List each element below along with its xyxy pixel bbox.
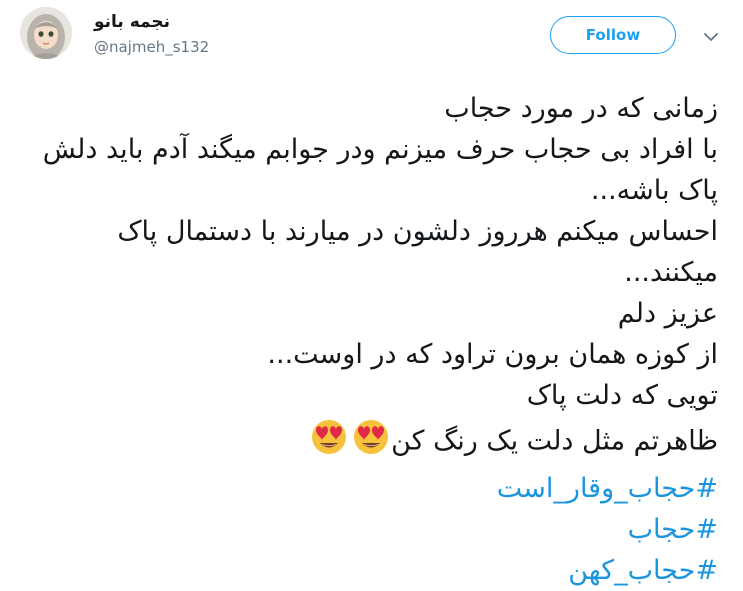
heart-eyes-emoji-icon bbox=[351, 416, 391, 468]
display-name[interactable]: نجمه بانو bbox=[94, 12, 170, 32]
follow-button[interactable]: Follow bbox=[550, 16, 676, 54]
tweet-line: زمانی که در مورد حجاب bbox=[444, 93, 718, 124]
tweet-line: با افراد بی حجاب حرف میزنم ودر جوابم میگ… bbox=[42, 134, 718, 165]
tweet-line: پاک باشه... bbox=[590, 175, 718, 206]
tweet-text: زمانی که در مورد حجاب با افراد بی حجاب ح… bbox=[18, 88, 718, 591]
chevron-down-icon[interactable] bbox=[700, 26, 722, 48]
hijab-avatar-icon[interactable] bbox=[20, 7, 72, 59]
hashtag-link[interactable]: #حجاب bbox=[628, 514, 718, 545]
hashtag-link[interactable]: #حجاب_کهن bbox=[568, 555, 718, 586]
tweet-line: احساس میکنم هرروز دلشون در میارند با دست… bbox=[117, 216, 718, 247]
tweet-line: عزیز دلم bbox=[617, 298, 718, 329]
tweet-line-with-emoji: ظاهرتم مثل دلت یک رنگ کن bbox=[18, 416, 718, 468]
tweet-line: میکنند... bbox=[624, 257, 718, 288]
tweet-header: نجمه بانو @najmeh_s132 Follow bbox=[0, 0, 743, 80]
hashtag-link[interactable]: #حجاب_وقار_است bbox=[497, 473, 718, 504]
heart-eyes-emoji-icon bbox=[309, 416, 349, 468]
tweet-line: از کوزه همان برون تراود که در اوست... bbox=[267, 339, 718, 370]
tweet-line: تویی که دلت پاک bbox=[526, 380, 718, 411]
user-handle[interactable]: @najmeh_s132 bbox=[94, 38, 209, 56]
tweet-line: ظاهرتم مثل دلت یک رنگ کن bbox=[391, 425, 718, 457]
